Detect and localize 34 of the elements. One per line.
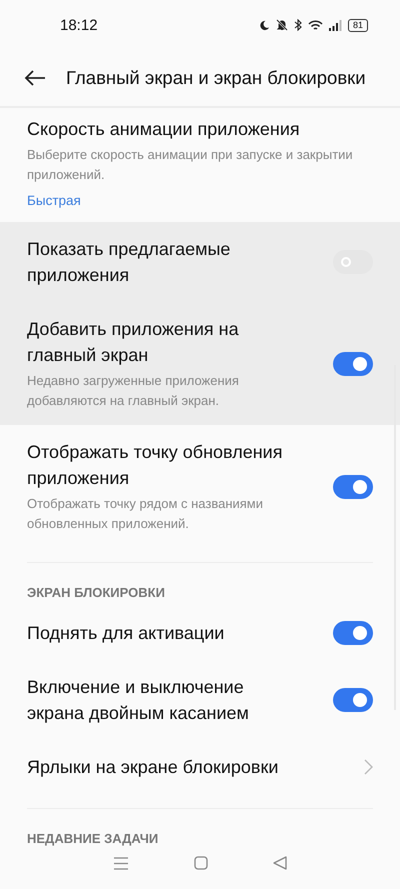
toggle-switch[interactable] (333, 352, 373, 376)
menu-icon[interactable] (112, 856, 129, 870)
battery-indicator: 81 (348, 18, 368, 32)
chevron-right-icon (364, 759, 373, 775)
wifi-icon (308, 20, 323, 30)
back-button[interactable] (24, 70, 46, 86)
setting-title: Ярлыки на экране блокировки (27, 756, 280, 779)
back-triangle-icon[interactable] (273, 856, 288, 870)
setting-value: Быстрая (27, 193, 82, 208)
setting-title: Показать предлагаемые приложения (27, 238, 232, 287)
toggle-switch[interactable] (333, 688, 373, 712)
back-arrow-icon (24, 70, 46, 86)
settings-row[interactable]: Показать предлагаемые приложения (0, 222, 400, 302)
setting-title: Поднять для активации (27, 622, 226, 645)
setting-title: Отображать точку обновления приложения (27, 441, 284, 490)
setting-title: Включение и выключение экрана двойным касанием (27, 676, 250, 725)
setting-description: Недавно загруженные приложения добавляются на главный экран. (27, 372, 240, 410)
screen-title: Главный экран и экран блокировки (66, 67, 366, 89)
setting-description: Отображать точку рядом с названиями обновленных приложений. (27, 495, 264, 533)
signal-icon (328, 20, 342, 30)
toggle-switch[interactable] (333, 621, 373, 645)
moon-icon (258, 20, 270, 30)
settings-row[interactable]: Добавить приложения на главный экран Недавно загруженные приложения добавляются на главный экран. (0, 302, 400, 425)
home-square-icon[interactable] (194, 856, 208, 870)
setting-description: Выберите скорость анимации при запуске и закрытии приложений. (27, 146, 354, 184)
bluetooth-icon (294, 19, 302, 31)
setting-title: Добавить приложения на главный экран (27, 318, 240, 367)
toggle-switch[interactable] (333, 250, 373, 274)
muted-bell-icon (276, 19, 288, 31)
setting-title: Скорость анимации приложения (27, 118, 301, 141)
section-heading: НЕДАВНИЕ ЗАДАЧИ (26, 830, 160, 848)
toggle-switch[interactable] (333, 474, 373, 498)
section-heading: ЭКРАН БЛОКИРОВКИ (26, 584, 166, 602)
status-time: 18:12 (60, 16, 98, 34)
